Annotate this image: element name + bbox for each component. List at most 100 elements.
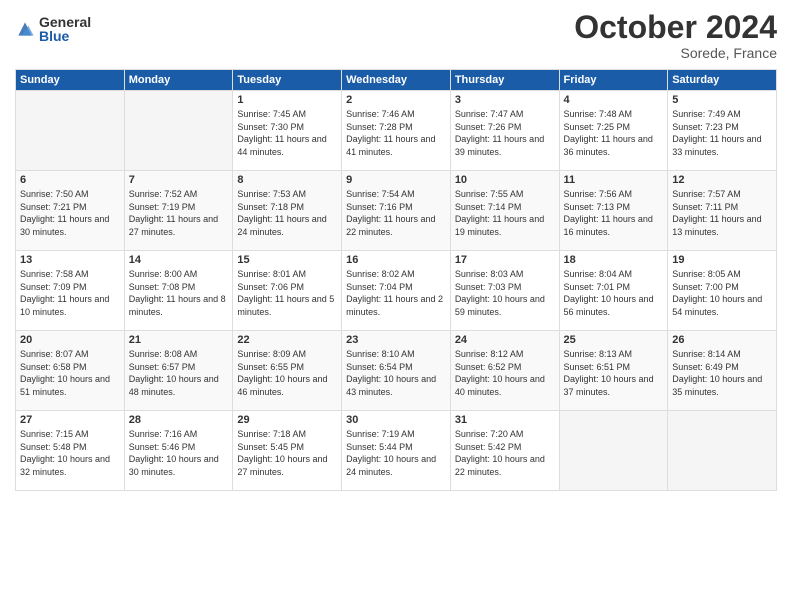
sunrise-text: Sunrise: 8:10 AM [346,349,415,359]
column-header-monday: Monday [124,70,233,91]
calendar-table: SundayMondayTuesdayWednesdayThursdayFrid… [15,69,777,491]
daylight-text: Daylight: 10 hours and 46 minutes. [237,374,327,397]
day-info: Sunrise: 7:47 AM Sunset: 7:26 PM Dayligh… [455,108,555,158]
sunrise-text: Sunrise: 8:00 AM [129,269,198,279]
sunset-text: Sunset: 7:21 PM [20,202,87,212]
sunrise-text: Sunrise: 7:57 AM [672,189,741,199]
day-number: 19 [672,254,772,266]
sunrise-text: Sunrise: 8:05 AM [672,269,741,279]
sunset-text: Sunset: 7:14 PM [455,202,522,212]
daylight-text: Daylight: 11 hours and 16 minutes. [564,214,653,237]
day-number: 30 [346,414,446,426]
sunrise-text: Sunrise: 7:19 AM [346,429,415,439]
logo-blue: Blue [39,29,91,43]
calendar-cell: 7 Sunrise: 7:52 AM Sunset: 7:19 PM Dayli… [124,171,233,251]
day-info: Sunrise: 7:48 AM Sunset: 7:25 PM Dayligh… [564,108,664,158]
sunset-text: Sunset: 7:08 PM [129,282,196,292]
day-info: Sunrise: 8:00 AM Sunset: 7:08 PM Dayligh… [129,268,229,318]
day-info: Sunrise: 7:19 AM Sunset: 5:44 PM Dayligh… [346,428,446,478]
header: General Blue October 2024 Sorede, France [15,10,777,61]
daylight-text: Daylight: 11 hours and 2 minutes. [346,294,443,317]
sunrise-text: Sunrise: 7:46 AM [346,109,415,119]
calendar-cell: 20 Sunrise: 8:07 AM Sunset: 6:58 PM Dayl… [16,331,125,411]
page: General Blue October 2024 Sorede, France… [0,0,792,612]
day-info: Sunrise: 7:57 AM Sunset: 7:11 PM Dayligh… [672,188,772,238]
calendar-cell [559,411,668,491]
sunrise-text: Sunrise: 7:20 AM [455,429,524,439]
calendar-cell: 4 Sunrise: 7:48 AM Sunset: 7:25 PM Dayli… [559,91,668,171]
day-info: Sunrise: 7:53 AM Sunset: 7:18 PM Dayligh… [237,188,337,238]
day-number: 14 [129,254,229,266]
sunrise-text: Sunrise: 8:13 AM [564,349,633,359]
day-number: 2 [346,94,446,106]
day-info: Sunrise: 8:10 AM Sunset: 6:54 PM Dayligh… [346,348,446,398]
daylight-text: Daylight: 10 hours and 59 minutes. [455,294,545,317]
daylight-text: Daylight: 10 hours and 27 minutes. [237,454,327,477]
day-number: 1 [237,94,337,106]
sunset-text: Sunset: 7:09 PM [20,282,87,292]
sunrise-text: Sunrise: 8:02 AM [346,269,415,279]
day-info: Sunrise: 8:07 AM Sunset: 6:58 PM Dayligh… [20,348,120,398]
day-number: 21 [129,334,229,346]
daylight-text: Daylight: 10 hours and 56 minutes. [564,294,654,317]
sunset-text: Sunset: 7:03 PM [455,282,522,292]
sunset-text: Sunset: 6:58 PM [20,362,87,372]
sunset-text: Sunset: 6:52 PM [455,362,522,372]
daylight-text: Daylight: 10 hours and 43 minutes. [346,374,436,397]
day-info: Sunrise: 7:56 AM Sunset: 7:13 PM Dayligh… [564,188,664,238]
day-info: Sunrise: 7:55 AM Sunset: 7:14 PM Dayligh… [455,188,555,238]
daylight-text: Daylight: 11 hours and 10 minutes. [20,294,109,317]
day-info: Sunrise: 7:58 AM Sunset: 7:09 PM Dayligh… [20,268,120,318]
daylight-text: Daylight: 10 hours and 48 minutes. [129,374,219,397]
sunrise-text: Sunrise: 7:52 AM [129,189,198,199]
day-info: Sunrise: 8:12 AM Sunset: 6:52 PM Dayligh… [455,348,555,398]
sunset-text: Sunset: 5:44 PM [346,442,413,452]
calendar-cell [668,411,777,491]
day-number: 23 [346,334,446,346]
day-number: 11 [564,174,664,186]
calendar-cell: 19 Sunrise: 8:05 AM Sunset: 7:00 PM Dayl… [668,251,777,331]
day-number: 27 [20,414,120,426]
column-header-tuesday: Tuesday [233,70,342,91]
week-row: 27 Sunrise: 7:15 AM Sunset: 5:48 PM Dayl… [16,411,777,491]
day-info: Sunrise: 8:13 AM Sunset: 6:51 PM Dayligh… [564,348,664,398]
daylight-text: Daylight: 10 hours and 30 minutes. [129,454,219,477]
sunrise-text: Sunrise: 8:04 AM [564,269,633,279]
day-number: 8 [237,174,337,186]
day-number: 5 [672,94,772,106]
sunset-text: Sunset: 7:04 PM [346,282,413,292]
day-info: Sunrise: 7:46 AM Sunset: 7:28 PM Dayligh… [346,108,446,158]
sunrise-text: Sunrise: 7:18 AM [237,429,306,439]
daylight-text: Daylight: 11 hours and 27 minutes. [129,214,218,237]
day-number: 20 [20,334,120,346]
daylight-text: Daylight: 11 hours and 13 minutes. [672,214,761,237]
daylight-text: Daylight: 10 hours and 24 minutes. [346,454,436,477]
daylight-text: Daylight: 11 hours and 44 minutes. [237,134,326,157]
sunset-text: Sunset: 5:48 PM [20,442,87,452]
day-info: Sunrise: 8:05 AM Sunset: 7:00 PM Dayligh… [672,268,772,318]
daylight-text: Daylight: 10 hours and 37 minutes. [564,374,654,397]
logo-text: General Blue [39,15,91,43]
sunset-text: Sunset: 7:19 PM [129,202,196,212]
sunrise-text: Sunrise: 7:58 AM [20,269,89,279]
day-info: Sunrise: 7:49 AM Sunset: 7:23 PM Dayligh… [672,108,772,158]
daylight-text: Daylight: 11 hours and 33 minutes. [672,134,761,157]
calendar-cell: 18 Sunrise: 8:04 AM Sunset: 7:01 PM Dayl… [559,251,668,331]
week-row: 13 Sunrise: 7:58 AM Sunset: 7:09 PM Dayl… [16,251,777,331]
sunrise-text: Sunrise: 7:53 AM [237,189,306,199]
daylight-text: Daylight: 11 hours and 41 minutes. [346,134,435,157]
day-number: 3 [455,94,555,106]
month-title: October 2024 [574,10,777,45]
sunrise-text: Sunrise: 7:48 AM [564,109,633,119]
calendar-cell: 12 Sunrise: 7:57 AM Sunset: 7:11 PM Dayl… [668,171,777,251]
sunset-text: Sunset: 5:42 PM [455,442,522,452]
day-info: Sunrise: 8:14 AM Sunset: 6:49 PM Dayligh… [672,348,772,398]
daylight-text: Daylight: 11 hours and 22 minutes. [346,214,435,237]
calendar-cell: 25 Sunrise: 8:13 AM Sunset: 6:51 PM Dayl… [559,331,668,411]
daylight-text: Daylight: 10 hours and 35 minutes. [672,374,762,397]
daylight-text: Daylight: 10 hours and 32 minutes. [20,454,110,477]
calendar-cell: 26 Sunrise: 8:14 AM Sunset: 6:49 PM Dayl… [668,331,777,411]
sunset-text: Sunset: 5:45 PM [237,442,304,452]
day-number: 15 [237,254,337,266]
day-info: Sunrise: 8:01 AM Sunset: 7:06 PM Dayligh… [237,268,337,318]
